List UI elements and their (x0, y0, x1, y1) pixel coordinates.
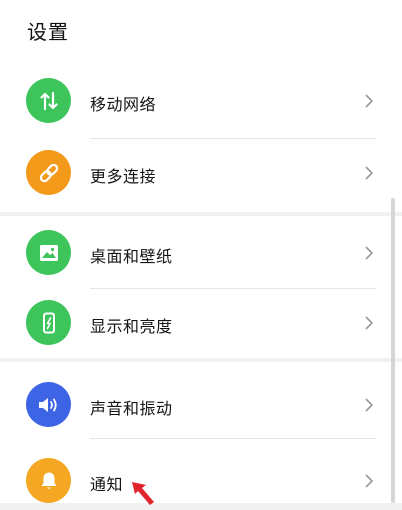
divider (90, 438, 376, 439)
settings-item-label: 移动网络 (90, 95, 157, 114)
chevron-right-icon (365, 166, 374, 180)
settings-item-sound-vibration[interactable]: 声音和振动 (0, 362, 402, 432)
link-chain-icon (26, 150, 71, 195)
settings-item-label: 桌面和壁纸 (90, 247, 173, 266)
settings-item-label: 通知 (90, 475, 124, 494)
settings-item-label: 更多连接 (90, 167, 157, 186)
settings-item-more-connections[interactable]: 更多连接 (0, 140, 402, 210)
bell-icon (26, 458, 71, 503)
settings-group-sound-notifications: 声音和振动 通知 (0, 362, 402, 503)
picture-icon (26, 230, 71, 275)
chevron-right-icon (365, 398, 374, 412)
phone-brightness-icon (26, 300, 71, 345)
chevron-right-icon (365, 474, 374, 488)
settings-group-display: 桌面和壁纸 显示和亮度 (0, 216, 402, 358)
chevron-right-icon (365, 94, 374, 108)
chevron-right-icon (365, 316, 374, 330)
settings-item-display-brightness[interactable]: 显示和亮度 (0, 288, 402, 358)
red-arrow-pointer-icon (132, 482, 154, 505)
mobile-data-arrows-icon (26, 78, 71, 123)
divider (90, 138, 376, 139)
scrollbar[interactable] (391, 198, 395, 503)
header: 设置 (0, 0, 402, 66)
settings-item-label: 显示和亮度 (90, 317, 173, 336)
settings-item-desktop-wallpaper[interactable]: 桌面和壁纸 (0, 216, 402, 286)
settings-group-connectivity: 移动网络 更多连接 (0, 66, 402, 212)
settings-item-notifications[interactable]: 通知 (0, 440, 402, 510)
page-title: 设置 (27, 20, 69, 44)
chevron-right-icon (365, 246, 374, 260)
settings-item-label: 声音和振动 (90, 399, 173, 418)
speaker-icon (26, 382, 71, 427)
settings-item-mobile-network[interactable]: 移动网络 (0, 66, 402, 136)
